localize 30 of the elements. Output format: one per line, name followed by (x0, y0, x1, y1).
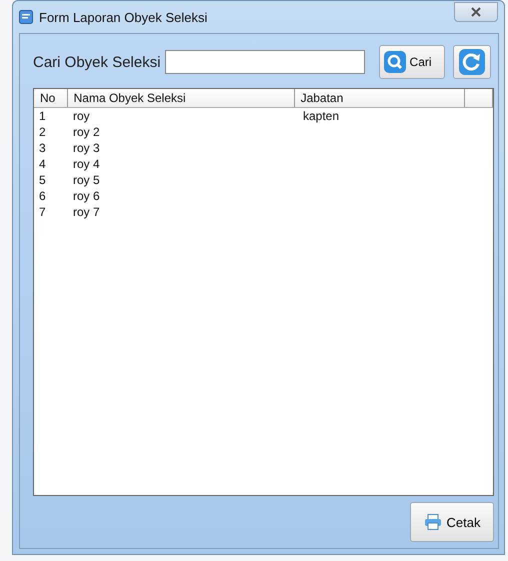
close-icon (470, 7, 482, 17)
table-cell: roy 2 (73, 125, 100, 139)
table-cell: roy 4 (73, 157, 100, 171)
table-cell: 7 (39, 205, 46, 219)
search-icon (384, 51, 406, 73)
form-icon (19, 10, 33, 24)
table-cell: roy 7 (73, 205, 100, 219)
search-button[interactable]: Cari (378, 45, 445, 79)
window-title: Form Laporan Obyek Seleksi (39, 10, 208, 24)
table-cell: roy 6 (73, 189, 100, 203)
table-cell: 6 (39, 189, 46, 203)
column-header[interactable]: Jabatan (294, 89, 466, 107)
table-cell: 5 (39, 173, 46, 187)
table-cell: kapten (303, 109, 340, 123)
table-cell: 3 (39, 141, 46, 155)
search-label: Cari Obyek Seleksi (33, 54, 161, 70)
column-header[interactable]: No (34, 89, 68, 107)
table-cell: 1 (39, 109, 46, 123)
search-field[interactable] (164, 50, 365, 74)
table-cell: roy 3 (73, 141, 100, 155)
refresh-button[interactable] (452, 45, 491, 79)
table-cell: roy 5 (73, 173, 100, 187)
table-cell: 2 (39, 125, 46, 139)
table-cell: roy (73, 109, 90, 123)
table-cell: 4 (39, 157, 46, 171)
close-button[interactable] (454, 2, 498, 22)
refresh-icon (458, 49, 485, 75)
column-header[interactable]: Nama Obyek Seleksi (68, 89, 295, 107)
print-button[interactable]: Cetak (410, 502, 494, 542)
printer-icon (424, 514, 442, 530)
